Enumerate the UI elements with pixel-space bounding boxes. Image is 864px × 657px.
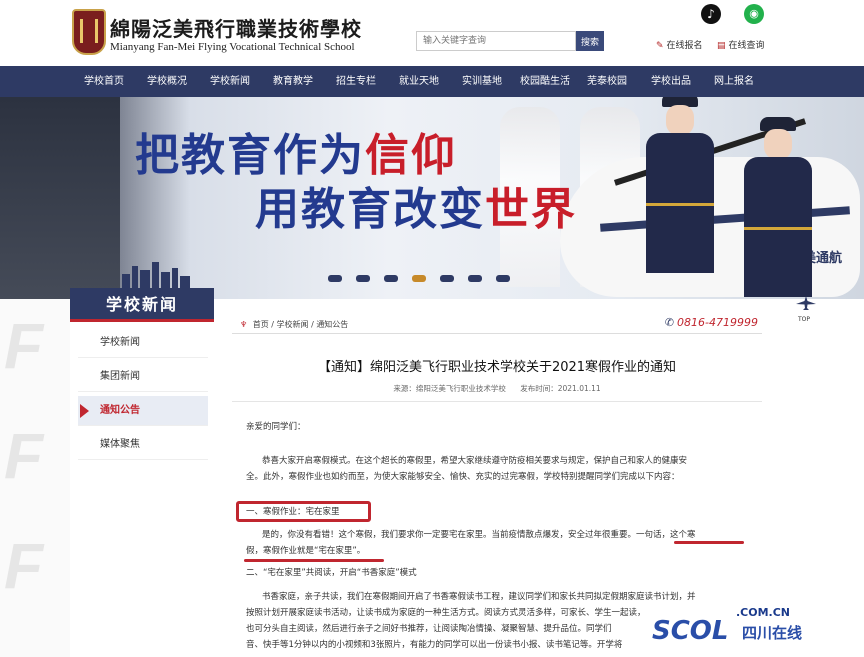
- carousel-dot-active[interactable]: [412, 275, 426, 282]
- back-to-top[interactable]: TOP: [790, 296, 822, 326]
- article-paragraph: 按照计划开展家庭读书活动，让读书成为家庭的一种生活方式。阅读方式灵活多样，可家长…: [246, 608, 646, 618]
- divider: [232, 401, 762, 402]
- arrow-right-icon: [80, 404, 89, 418]
- carousel-dot[interactable]: [384, 275, 398, 282]
- scol-watermark: .COM.CN SCOL 四川在线: [652, 606, 803, 646]
- nav-item-apply[interactable]: 网上报名: [714, 66, 754, 97]
- article-paragraph: 假，寒假作业就是“宅在家里”。: [246, 546, 366, 556]
- article-panel: ♆ 首页 / 学校新闻 / 通知公告 ✆ 0816-4719999 【通知】绵阳泛…: [232, 299, 772, 657]
- online-apply-link[interactable]: ✎ 在线报名: [656, 38, 703, 51]
- nav-item-home[interactable]: 学校首页: [84, 66, 124, 97]
- main-nav: 学校首页 学校概况 学校新闻 教育教学 招生专栏 就业天地 实训基地 校园酷生活…: [0, 66, 864, 97]
- breadcrumb-level1[interactable]: 学校新闻: [277, 320, 309, 329]
- article-section-heading: 二、“宅在家里”共阅读，开启“书香家庭”模式: [246, 568, 417, 578]
- pen-icon: ✎: [656, 41, 664, 51]
- article-paragraph: 音、快手等1分钟以内的小视频和3张照片，有能力的同学可以出一份读书小报、读书笔记…: [246, 640, 623, 650]
- article-paragraph: 是的，你没有看错！这个寒假，我们要求你一定要宅在家里。当前疫情散点爆发，安全过年…: [262, 530, 696, 540]
- nav-item-teaching[interactable]: 教育教学: [273, 66, 313, 97]
- nav-item-news[interactable]: 学校新闻: [210, 66, 250, 97]
- nav-item-employment[interactable]: 就业天地: [399, 66, 439, 97]
- article-paragraph: 全。此外，寒假作业也如约而至，为使大家能够安全、愉快、充实的过完寒假，学校特别提…: [246, 472, 680, 482]
- carousel-dot[interactable]: [356, 275, 370, 282]
- breadcrumb-home[interactable]: 首页: [253, 320, 269, 329]
- article-paragraph: 也可分头自主阅读，然后进行亲子之间好书推荐，让阅读陶冶情操、凝聚智慧、提升品位。…: [246, 624, 612, 634]
- contact-phone: ✆ 0816-4719999: [664, 316, 758, 329]
- banner-pilot-male: [738, 117, 818, 297]
- highlight-underline: [244, 559, 384, 562]
- school-mark-icon: ♆: [240, 320, 248, 329]
- phone-icon: ✆: [664, 316, 675, 329]
- highlight-underline: [674, 541, 744, 544]
- top-label: TOP: [798, 316, 811, 323]
- breadcrumb: ♆ 首页 / 学校新闻 / 通知公告: [240, 320, 349, 329]
- left-decoration: F F F: [0, 299, 70, 657]
- document-icon: ▤: [717, 41, 726, 51]
- article-date: 发布时间：2021.01.11: [520, 384, 601, 393]
- article-section-heading: 一、寒假作业：宅在家里: [246, 507, 340, 517]
- school-logo[interactable]: [72, 9, 106, 55]
- online-query-link[interactable]: ▤ 在线查询: [717, 38, 765, 51]
- nav-item-training[interactable]: 实训基地: [462, 66, 502, 97]
- article-meta: 来源：绵阳泛美飞行职业技术学校 发布时间：2021.01.11: [232, 383, 762, 394]
- nav-item-products[interactable]: 学校出品: [651, 66, 691, 97]
- sidebar-item-group-news[interactable]: 集团新闻: [78, 362, 208, 392]
- city-skyline: [70, 262, 214, 288]
- tiktok-icon[interactable]: ♪: [701, 4, 721, 24]
- header: 綿陽泛美飛行職業技術學校 Mianyang Fan-Mei Flying Voc…: [0, 0, 864, 66]
- carousel-dot[interactable]: [496, 275, 510, 282]
- article-title: 【通知】绵阳泛美飞行职业技术学校关于2021寒假作业的通知: [317, 360, 677, 375]
- carousel-dot[interactable]: [440, 275, 454, 282]
- breadcrumb-level2[interactable]: 通知公告: [316, 320, 348, 329]
- banner-pilot-female: [640, 97, 720, 273]
- article-paragraph: 恭喜大家开启寒假模式。在这个超长的寒假里，希望大家继续遵守防疫相关要求与规定，保…: [262, 456, 688, 466]
- article-paragraph: 书香家庭，亲子共读，我们在寒假期间开启了书香寒假读书工程，建议同学们和家长共同拟…: [262, 592, 696, 602]
- sidebar-item-school-news[interactable]: 学校新闻: [78, 328, 208, 358]
- nav-item-campus[interactable]: 芜泰校园: [587, 66, 627, 97]
- sidebar-title: 学校新闻: [70, 288, 214, 322]
- nav-item-overview[interactable]: 学校概况: [147, 66, 187, 97]
- search-button[interactable]: 搜索: [576, 31, 604, 51]
- article-greeting: 亲爱的同学们：: [246, 422, 306, 432]
- sidebar-header: 学校新闻: [70, 262, 214, 322]
- wechat-icon[interactable]: ◉: [744, 4, 764, 24]
- article-source: 来源：绵阳泛美飞行职业技术学校: [393, 384, 506, 393]
- sidebar-item-media[interactable]: 媒体聚焦: [78, 430, 208, 460]
- school-name-en: Mianyang Fan-Mei Flying Vocational Techn…: [110, 41, 355, 53]
- carousel-dot[interactable]: [468, 275, 482, 282]
- carousel-dot[interactable]: [328, 275, 342, 282]
- airplane-icon: [796, 296, 816, 310]
- divider: [232, 333, 762, 334]
- nav-item-campus-life[interactable]: 校园酷生活: [520, 66, 570, 97]
- nav-item-admissions[interactable]: 招生专栏: [336, 66, 376, 97]
- search-input[interactable]: [416, 31, 576, 51]
- banner-slogan-line2: 用教育改变世界: [255, 184, 577, 235]
- sidebar-menu: 学校新闻 集团新闻 通知公告 媒体聚焦: [70, 322, 214, 462]
- sidebar-item-notices[interactable]: 通知公告: [78, 396, 208, 426]
- school-name-cn[interactable]: 綿陽泛美飛行職業技術學校: [110, 13, 362, 42]
